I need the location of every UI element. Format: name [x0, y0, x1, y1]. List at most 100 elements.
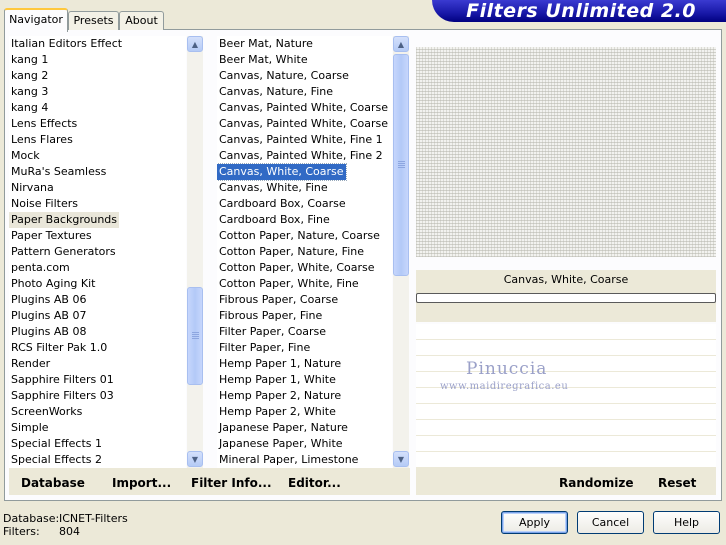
filter-list-item[interactable]: Japanese Paper, Nature [217, 420, 350, 436]
tab-navigator[interactable]: Navigator [4, 8, 68, 32]
app-banner: Filters Unlimited 2.0 [432, 0, 726, 22]
category-list-item[interactable]: Nirvana [9, 180, 56, 196]
category-list-item[interactable]: Plugins AB 08 [9, 324, 88, 340]
filter-list-item[interactable]: Filter Paper, Coarse [217, 324, 328, 340]
category-list-item[interactable]: Sapphire Filters 03 [9, 388, 116, 404]
category-list-item[interactable]: MuRa's Seamless [9, 164, 108, 180]
filter-list-item[interactable]: Canvas, White, Fine [217, 180, 330, 196]
progress-bar [416, 293, 716, 303]
category-list-item[interactable]: Noise Filters [9, 196, 80, 212]
scroll-down-icon[interactable]: ▼ [393, 451, 409, 467]
filter-list-item[interactable]: Hemp Paper 2, Nature [217, 388, 343, 404]
category-list-item[interactable]: Sapphire Filters 01 [9, 372, 116, 388]
category-list-item[interactable]: kang 1 [9, 52, 50, 68]
category-list-item[interactable]: Mock [9, 148, 42, 164]
randomize-button[interactable]: Randomize [559, 476, 633, 490]
parameter-row[interactable] [416, 404, 716, 420]
filter-list-item[interactable]: Cotton Paper, White, Fine [217, 276, 361, 292]
import-button[interactable]: Import... [112, 476, 171, 490]
filter-list-item[interactable]: Canvas, White, Coarse [217, 163, 347, 181]
category-list-item[interactable]: kang 3 [9, 84, 50, 100]
watermark-url: www.maidiregrafica.eu [440, 381, 569, 392]
database-button[interactable]: Database [21, 476, 85, 490]
category-list-item[interactable]: Simple [9, 420, 51, 436]
category-list-item[interactable]: RCS Filter Pak 1.0 [9, 340, 109, 356]
filter-list-item[interactable]: Canvas, Nature, Coarse [217, 68, 351, 84]
reset-button[interactable]: Reset [658, 476, 696, 490]
scroll-up-icon[interactable]: ▲ [393, 36, 409, 52]
apply-button[interactable]: Apply [501, 511, 568, 534]
tab-presets-label: Presets [73, 14, 114, 27]
filters-count-value: 804 [59, 525, 80, 538]
filter-scrollbar[interactable]: ▲ ▼ [393, 36, 409, 468]
scroll-up-icon[interactable]: ▲ [187, 36, 203, 52]
filter-list-item[interactable]: Canvas, Painted White, Coarse 1 [217, 100, 392, 116]
parameter-row[interactable] [416, 356, 716, 372]
parameter-row[interactable] [416, 324, 716, 340]
category-list-item[interactable]: penta.com [9, 260, 72, 276]
filter-list-item[interactable]: Hemp Paper 2, White [217, 404, 338, 420]
category-list-item[interactable]: Special Effects 1 [9, 436, 104, 452]
category-list-item[interactable]: Paper Textures [9, 228, 94, 244]
watermark-name: Pinuccia [466, 359, 548, 379]
category-scrollbar[interactable]: ▲ ▼ [187, 36, 203, 468]
filter-list-item[interactable]: Beer Mat, Nature [217, 36, 315, 52]
filter-list[interactable]: Beer Mat, Nature Beer Mat, White Canvas, N… [217, 36, 392, 468]
category-list-item[interactable]: Pattern Generators [9, 244, 118, 260]
filter-list-item[interactable]: Filter Paper, Fine [217, 340, 312, 356]
filter-preview [416, 47, 716, 257]
filter-list-item[interactable]: Fibrous Paper, Coarse [217, 292, 340, 308]
parameter-row[interactable] [416, 340, 716, 356]
scroll-thumb[interactable] [187, 287, 203, 385]
filter-list-item[interactable]: Cotton Paper, White, Coarse [217, 260, 377, 276]
filter-list-item[interactable]: Cotton Paper, Nature, Coarse [217, 228, 382, 244]
category-list-item[interactable]: Photo Aging Kit [9, 276, 97, 292]
tab-about-label: About [125, 14, 158, 27]
category-list-item[interactable]: ScreenWorks [9, 404, 84, 420]
filter-list-item[interactable]: Canvas, Painted White, Fine 2 [217, 148, 385, 164]
filter-info-button[interactable]: Filter Info... [191, 476, 272, 490]
filter-list-item[interactable]: Mineral Paper, Limestone [217, 452, 360, 468]
parameter-row[interactable] [416, 452, 716, 468]
filter-list-item[interactable]: Hemp Paper 1, Nature [217, 356, 343, 372]
filter-list-item[interactable]: Cotton Paper, Nature, Fine [217, 244, 366, 260]
category-list-item[interactable]: Paper Backgrounds [9, 212, 120, 228]
category-list-item[interactable]: Special Effects 2 [9, 452, 104, 468]
category-list-item[interactable]: Lens Effects [9, 116, 79, 132]
category-list-item[interactable]: Italian Editors Effect [9, 36, 124, 52]
tab-about[interactable]: About [119, 11, 164, 30]
category-list-item[interactable]: Plugins AB 07 [9, 308, 88, 324]
editor-button[interactable]: Editor... [288, 476, 341, 490]
database-status-label: Database: [3, 512, 60, 525]
help-button[interactable]: Help [653, 511, 720, 534]
filters-count-label: Filters: [3, 525, 40, 538]
category-list-item[interactable]: Lens Flares [9, 132, 75, 148]
tab-presets[interactable]: Presets [68, 11, 119, 30]
category-list-item[interactable]: Render [9, 356, 52, 372]
cancel-button[interactable]: Cancel [577, 511, 644, 534]
app-title: Filters Unlimited 2.0 [466, 0, 696, 22]
scroll-thumb[interactable] [393, 54, 409, 276]
filter-list-item[interactable]: Canvas, Nature, Fine [217, 84, 335, 100]
database-status-value: ICNET-Filters [59, 512, 128, 525]
filter-list-item[interactable]: Fibrous Paper, Fine [217, 308, 324, 324]
preview-toolbar: Randomize Reset [416, 468, 716, 495]
tab-navigator-label: Navigator [9, 13, 63, 26]
filter-list-item[interactable]: Canvas, Painted White, Coarse 2 [217, 116, 392, 132]
filter-list-item[interactable]: Cardboard Box, Coarse [217, 196, 348, 212]
filter-info-area: Canvas, White, Coarse [416, 270, 716, 322]
parameter-row[interactable] [416, 436, 716, 452]
category-list-item[interactable]: kang 4 [9, 100, 50, 116]
filter-list-item[interactable]: Cardboard Box, Fine [217, 212, 332, 228]
filter-list-item[interactable]: Canvas, Painted White, Fine 1 [217, 132, 385, 148]
category-list[interactable]: Italian Editors Effect kang 1 kang 2 kang 3… [9, 36, 186, 468]
filter-list-item[interactable]: Beer Mat, White [217, 52, 310, 68]
list-toolbar: Database Import... Filter Info... Editor… [9, 468, 410, 495]
parameter-row[interactable] [416, 420, 716, 436]
filter-list-item[interactable]: Japanese Paper, White [217, 436, 345, 452]
category-list-item[interactable]: kang 2 [9, 68, 50, 84]
filter-name-label: Canvas, White, Coarse [503, 273, 629, 286]
filter-list-item[interactable]: Hemp Paper 1, White [217, 372, 338, 388]
scroll-down-icon[interactable]: ▼ [187, 451, 203, 467]
category-list-item[interactable]: Plugins AB 06 [9, 292, 88, 308]
